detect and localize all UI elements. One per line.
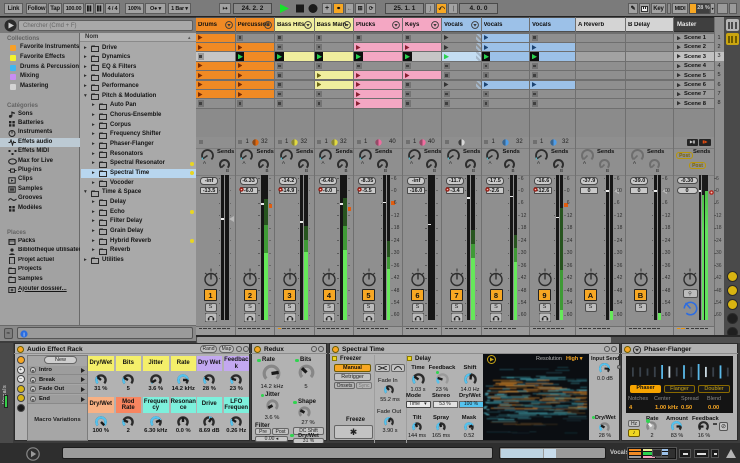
svg-text:i: i	[23, 332, 24, 338]
